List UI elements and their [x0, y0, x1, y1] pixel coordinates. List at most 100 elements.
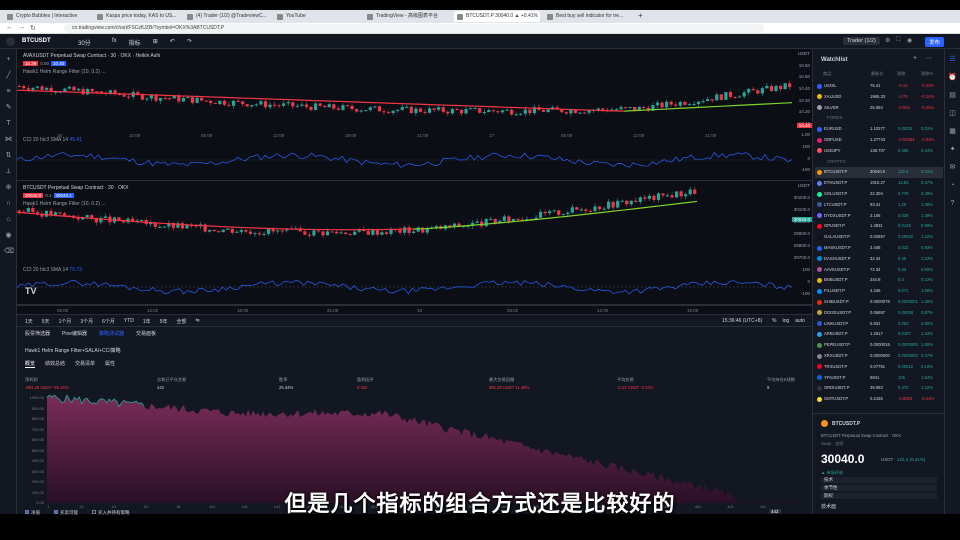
trend-line-icon[interactable]: ╱ — [4, 71, 13, 80]
toolbar-item[interactable]: fx — [112, 38, 117, 47]
bottom-tab[interactable]: 股票筛选器 — [25, 330, 50, 337]
range-button[interactable]: 1年 — [143, 318, 151, 325]
toolbar-item[interactable]: ⊞ — [153, 38, 158, 47]
pane2-price-scale[interactable]: USDT30200.030100.030000.029900.029800.02… — [792, 183, 812, 303]
scale-option[interactable]: % — [772, 318, 776, 324]
crosshair-icon[interactable]: + — [4, 55, 13, 64]
url-field[interactable]: cn.tradingview.com/chart/FSCzfUZB/?symbo… — [64, 24, 764, 33]
watchlist-row[interactable]: SHIBUSDT.P 0.0000078 0.0000001 1.30% — [815, 297, 943, 307]
watchlist-row[interactable]: ORDIUSDT.P 39.083 0.472 1.22% — [815, 383, 943, 393]
news-icon[interactable]: ▤ — [948, 91, 957, 100]
browser-tab[interactable]: BTCUSDT.P 30040.0 ▲ +0.41% — [454, 11, 540, 22]
interval-selector[interactable]: 30分 — [78, 38, 91, 47]
strategy-subtab[interactable]: 概览 — [25, 360, 36, 368]
watchlist-row[interactable]: XAUUSD 1965.33 -2.70 -0.14% — [815, 92, 943, 102]
bottom-tab[interactable]: Pine编辑器 — [62, 330, 87, 337]
back-icon[interactable]: ← — [6, 24, 13, 31]
forecast-icon[interactable]: ⇅ — [4, 151, 13, 160]
more-icon[interactable]: ⋯ — [926, 55, 932, 62]
watchlist-row[interactable]: AAVEUSDT.P 72.34 0.43 0.60% — [815, 265, 943, 275]
strategy-subtab[interactable]: 属性 — [105, 360, 115, 368]
clock[interactable]: 15:36:46 (UTC+8) — [722, 318, 762, 324]
range-button[interactable]: ⇋ — [195, 318, 199, 325]
browser-tab[interactable]: (4) Trader (1/2) @TradeviewC... — [184, 11, 270, 22]
scale-option[interactable]: log — [782, 318, 789, 324]
range-button[interactable]: 6个月 — [102, 318, 115, 325]
publish-button[interactable]: 发布 — [925, 37, 945, 47]
toolbar-item[interactable]: 指标 — [129, 38, 141, 47]
watchlist-row[interactable]: SILVER 25.084 -0.064 -0.25% — [815, 103, 943, 113]
watchlist-column-header[interactable]: 涨跌% — [921, 71, 933, 77]
fib-icon[interactable]: ≡ — [4, 87, 13, 96]
magnet-icon[interactable]: ∩ — [4, 199, 13, 208]
range-button[interactable]: 5天 — [42, 318, 50, 325]
watchlist-row[interactable]: GBPUSD 1.27743 -0.00054 -0.04% — [815, 135, 943, 145]
reload-icon[interactable]: ↻ — [30, 24, 36, 32]
watchlist-row[interactable]: BNBUSDT.P 244.8 0.3 0.12% — [815, 275, 943, 285]
watchlist-row[interactable]: ETHUSDT.P 1910.27 12.83 0.67% — [815, 178, 943, 188]
ideas-icon[interactable]: ✦ — [948, 145, 957, 154]
range-button[interactable]: YTD — [124, 318, 134, 325]
settings-icon[interactable]: ⚙ — [885, 37, 890, 44]
avatar[interactable] — [6, 37, 15, 46]
watchlist-column-header[interactable]: 商品 — [823, 71, 831, 77]
scale-option[interactable]: auto — [795, 318, 805, 324]
watchlist-row[interactable]: LTCUSDT.P 93.41 1.29 1.38% — [815, 200, 943, 210]
eye-icon[interactable]: ◉ — [4, 231, 13, 240]
watchlist-row[interactable]: USOIL 75.41 -0.15 -0.20% — [815, 81, 943, 91]
watchlist-column-header[interactable]: 最新价 — [871, 71, 884, 77]
watchlist-column-header[interactable]: 涨跌 — [897, 71, 905, 77]
watchlist-row[interactable]: MASKUSDT.P 3.446 0.032 0.93% — [815, 243, 943, 253]
tradingview-logo[interactable]: TV — [25, 286, 37, 296]
browser-tab[interactable]: Kaspa price today, KAS to US... — [94, 11, 180, 22]
data-window-icon[interactable]: ◫ — [948, 109, 957, 118]
pane1-price-scale[interactable]: USDT10.6010.5010.4010.3010.2010.101.0010… — [792, 51, 812, 179]
range-button[interactable]: 3个月 — [80, 318, 93, 325]
strategy-subtab[interactable]: 交易清单 — [75, 360, 95, 368]
toolbar-item[interactable]: ↷ — [187, 38, 192, 47]
watchlist-row[interactable]: DYDXUSDT.P 2.166 0.030 1.39% — [815, 211, 943, 221]
bottom-tab[interactable]: 策略测试器 — [99, 330, 124, 337]
trash-icon[interactable]: ⌫ — [4, 247, 14, 256]
zoom-icon[interactable]: ⊕ — [4, 183, 13, 192]
camera-icon[interactable]: ◉ — [907, 37, 912, 44]
watchlist-row[interactable]: GALAUSDT.P 0.02657 0.00032 1.22% — [815, 232, 943, 242]
add-symbol-icon[interactable]: + — [913, 55, 917, 62]
pane-btc[interactable]: BTCUSDT Perpetual Swap Contract · 30 · O… — [17, 181, 812, 305]
pane-avax[interactable]: AVAXUSDT Perpetual Swap Contract · 30 · … — [17, 49, 812, 181]
new-tab-button[interactable]: + — [638, 11, 643, 20]
watchlist-section[interactable]: FOREX — [827, 115, 843, 120]
watchlist-row[interactable]: USDJPY 138.707 0.466 0.34% — [815, 146, 943, 156]
watchlist-row[interactable]: DOGEUSDT.P 0.06697 0.00058 0.87% — [815, 308, 943, 318]
lock-icon[interactable]: ⌂ — [4, 215, 13, 224]
text-icon[interactable]: T — [4, 119, 13, 128]
bottom-tab[interactable]: 交易面板 — [136, 330, 156, 337]
forward-icon[interactable]: → — [18, 24, 25, 31]
watchlist-row[interactable]: XRXUSDT.P 0.0000000 0.0000000 0.37% — [815, 351, 943, 361]
watchlist-row[interactable]: BTCUSDT.P 30040.0 122.4 0.41% — [815, 167, 943, 178]
notifications-icon[interactable]: ◔ — [948, 181, 957, 190]
browser-tab[interactable]: Best buy sell indicator for tre... — [544, 11, 630, 22]
watchlist-icon[interactable]: ☰ — [948, 55, 957, 64]
watchlist-title[interactable]: Watchlist — [821, 57, 847, 63]
calendar-icon[interactable]: ▦ — [948, 127, 957, 136]
watchlist-row[interactable]: OPUSDT.P 1.4931 0.0148 0.99% — [815, 221, 943, 231]
pattern-icon[interactable]: ⋈ — [4, 135, 13, 144]
watchlist-row[interactable]: SOLUSDT.P 22.304 0.779 3.49% — [815, 189, 943, 199]
toolbar-item[interactable]: ↶ — [170, 38, 175, 47]
chart-area[interactable]: AVAXUSDT Perpetual Swap Contract · 30 · … — [17, 49, 812, 314]
time-axis[interactable]: 06:00 12:00 18:00 21:00 18 06:00 12:00 15:00 — [17, 305, 812, 314]
chat-icon[interactable]: ✉ — [948, 163, 957, 172]
range-button[interactable]: 全部 — [176, 318, 186, 325]
browser-tab[interactable]: Crypto Bubbles | Interactive — [4, 11, 90, 22]
ruler-icon[interactable]: ⟂ — [4, 167, 13, 176]
fullscreen-icon[interactable]: ⛶ — [896, 37, 900, 44]
watchlist-row[interactable]: TRXUSDT.P 0.07761 0.00012 0.16% — [815, 362, 943, 372]
watchlist-row[interactable]: FILUSDT.P 4.345 0.071 1.66% — [815, 286, 943, 296]
watchlist-row[interactable]: YFIUSDT.P 6941 105 1.54% — [815, 373, 943, 383]
range-button[interactable]: 1个月 — [59, 318, 72, 325]
watchlist-row[interactable]: GMTUSDT.P 0.2155 -0.0003 -0.14% — [815, 394, 943, 404]
browser-tab[interactable]: YouTube — [274, 11, 360, 22]
strategy-name[interactable]: Hawk1 Helm Range Filter+SALAI+CCI策略 — [25, 347, 121, 354]
detail-symbol[interactable]: BTCUSDT.P — [832, 421, 860, 427]
